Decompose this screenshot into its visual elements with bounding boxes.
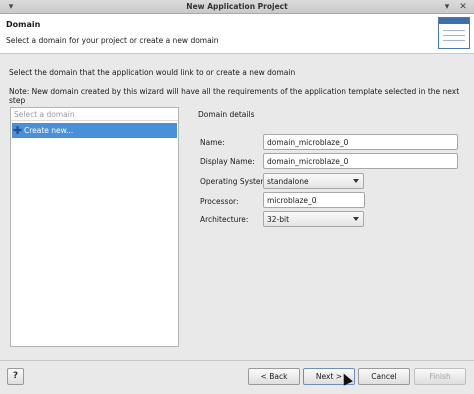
page-description: Select a domain for your project or crea… xyxy=(6,36,219,45)
page-title: Domain xyxy=(6,20,41,29)
footer-divider xyxy=(0,360,474,361)
wizard-header: Domain Select a domain for your project … xyxy=(0,14,474,54)
architecture-label: Architecture: xyxy=(200,215,249,224)
domain-list-item-create-new[interactable]: ✚ Create new... xyxy=(12,123,177,138)
name-field[interactable]: domain_microblaze_0 xyxy=(263,134,458,150)
close-icon[interactable]: ✕ xyxy=(458,2,468,12)
window-titlebar: ▾ New Application Project ▾ ✕ xyxy=(0,0,474,14)
domain-list-header: Select a domain xyxy=(11,108,178,121)
note-text: Note: New domain created by this wizard … xyxy=(9,87,460,105)
chevron-down-icon xyxy=(353,217,359,221)
os-select-value: standalone xyxy=(267,177,309,186)
help-button[interactable]: ? xyxy=(7,368,24,385)
display-name-field[interactable]: domain_microblaze_0 xyxy=(263,153,458,169)
os-label: Operating System: xyxy=(200,177,271,186)
architecture-select-value: 32-bit xyxy=(267,215,290,224)
add-icon: ✚ xyxy=(13,124,23,137)
name-label: Name: xyxy=(200,138,225,147)
cancel-button[interactable]: Cancel xyxy=(358,368,410,385)
processor-label: Processor: xyxy=(200,197,239,206)
list-item-label: Create new... xyxy=(24,126,74,135)
processor-field[interactable]: microblaze_0 xyxy=(263,192,365,208)
domain-details-title: Domain details xyxy=(198,110,255,119)
finish-button[interactable]: Finish xyxy=(414,368,466,385)
os-select[interactable]: standalone xyxy=(263,173,364,189)
window-title: New Application Project xyxy=(186,2,288,11)
display-name-label: Display Name: xyxy=(200,157,255,166)
domain-list[interactable]: Select a domain ✚ Create new... xyxy=(10,107,179,347)
intro-text: Select the domain that the application w… xyxy=(9,68,296,77)
back-button[interactable]: < Back xyxy=(248,368,300,385)
wizard-banner-icon xyxy=(438,17,470,49)
minimize-icon[interactable]: ▾ xyxy=(442,2,452,12)
architecture-select[interactable]: 32-bit xyxy=(263,211,364,227)
chevron-down-icon xyxy=(353,179,359,183)
